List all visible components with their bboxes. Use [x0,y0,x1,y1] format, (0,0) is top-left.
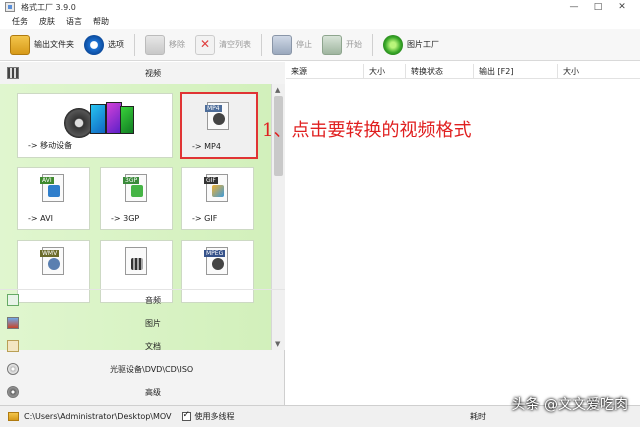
column-output[interactable]: 输出 [F2] [474,64,558,78]
folder-icon [10,34,30,55]
category-disc[interactable]: 光驱设备\DVD\CD\ISO [0,358,285,380]
start-icon [322,34,342,55]
column-output-size[interactable]: 大小 [558,64,640,78]
menu-help[interactable]: 帮助 [93,16,109,27]
scroll-up-arrow-icon[interactable]: ▲ [275,86,280,94]
category-video[interactable]: 视频 [0,62,285,84]
task-list-header: 来源 大小 转换状态 输出 [F2] 大小 [286,64,640,79]
watermark: 头条 @文文爱吃肉 [511,397,628,413]
instruction-annotation: 1、点击要转换的视频格式 [262,120,472,141]
window-title: 格式工厂 3.9.0 [21,2,76,12]
start-button[interactable]: 开始 [322,32,362,58]
mpeg-file-icon: MPEG [204,247,228,275]
picture-factory-button[interactable]: 图片工厂 [383,32,439,58]
tile-avi[interactable]: AVI -> AVI [17,167,90,230]
tile-mp4[interactable]: MP4 -> MP4 [180,92,258,159]
picture-factory-icon [383,34,403,55]
menu-task[interactable]: 任务 [12,16,28,27]
tile-mobile-device[interactable]: -> 移动设备 [17,93,173,158]
multithread-label: 使用多线程 [194,412,235,421]
mp4-file-icon: MP4 [205,102,229,130]
stop-button[interactable]: 停止 [272,32,312,58]
output-folder-button[interactable]: 输出文件夹 [10,32,74,58]
tile-3gp[interactable]: 3GP -> 3GP [100,167,173,230]
advanced-gear-icon [7,386,19,398]
title-bar: 格式工厂 3.9.0 — □ ✕ [0,0,640,14]
toolbar-divider [261,33,262,56]
menu-bar: 任务 皮肤 语言 帮助 [0,14,640,29]
remove-icon [145,34,165,55]
menu-skin[interactable]: 皮肤 [39,16,55,27]
window-controls: — □ ✕ [562,0,634,14]
column-size[interactable]: 大小 [364,64,406,78]
output-path[interactable]: C:\Users\Administrator\Desktop\MOV [24,412,172,421]
document-icon [7,340,19,352]
gif-file-icon: GIF [204,174,228,202]
options-icon [84,34,104,55]
category-advanced[interactable]: 高级 [0,381,285,403]
3gp-file-icon: 3GP [123,174,147,202]
film-icon [7,67,19,79]
clear-list-button[interactable]: 清空列表 [195,32,251,58]
video-file-icon [125,247,147,275]
avi-file-icon: AVI [40,174,64,202]
category-picture[interactable]: 图片 [0,312,285,334]
mobile-devices-icon [64,102,136,138]
column-status[interactable]: 转换状态 [406,64,474,78]
disc-icon [7,363,19,375]
maximize-button[interactable]: □ [586,0,610,14]
toolbar-divider [372,33,373,56]
category-document[interactable]: 文档 [0,335,285,357]
menu-language[interactable]: 语言 [66,16,82,27]
remove-button[interactable]: 移除 [145,32,185,58]
column-source[interactable]: 来源 [286,64,364,78]
elapsed-time-label: 耗时 [470,412,486,421]
task-list-panel: 来源 大小 转换状态 输出 [F2] 大小 [286,62,640,405]
toolbar-divider [134,33,135,56]
clear-icon [195,34,215,55]
folder-icon [8,412,19,421]
close-button[interactable]: ✕ [610,0,634,14]
picture-icon [7,317,19,329]
music-note-icon [7,294,19,306]
toolbar: 输出文件夹 选项 移除 清空列表 停止 开始 图片工厂 [0,29,640,61]
category-audio[interactable]: 音频 [0,289,285,311]
multithread-checkbox[interactable] [181,410,191,421]
stop-icon [272,34,292,55]
options-button[interactable]: 选项 [84,32,124,58]
wmv-file-icon: WMV [40,247,64,275]
tile-gif[interactable]: GIF -> GIF [181,167,254,230]
minimize-button[interactable]: — [562,0,586,14]
app-icon [5,2,15,12]
